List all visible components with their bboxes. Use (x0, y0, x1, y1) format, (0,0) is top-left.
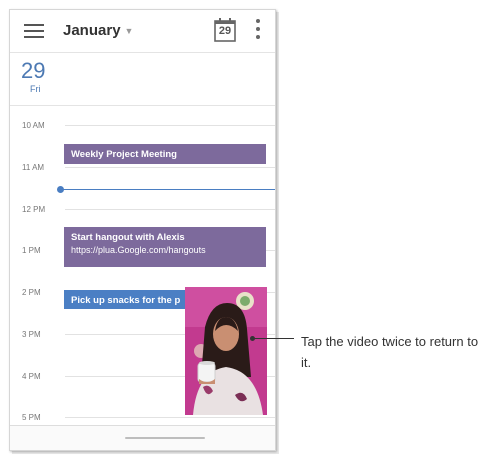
hour-line (65, 167, 275, 168)
video-picture-in-picture[interactable] (185, 287, 267, 415)
day-number: 29 (21, 58, 46, 83)
event-title: Start hangout with Alexis (71, 232, 185, 243)
event-weekly-project-meeting[interactable]: Weekly Project Meeting (64, 144, 266, 164)
event-title: Weekly Project Meeting (71, 149, 177, 160)
event-start-hangout[interactable]: Start hangout with Alexis https://plua.G… (64, 227, 266, 267)
hour-label: 10 AM (22, 121, 45, 130)
hour-line (65, 209, 275, 210)
callout-line (252, 338, 294, 339)
navigation-bar (10, 425, 275, 450)
hour-label: 12 PM (22, 205, 46, 214)
callout-text: Tap the video twice to return to it. (301, 334, 479, 370)
day-header[interactable]: 29 Fri (10, 53, 275, 106)
day-weekday: Fri (30, 84, 41, 94)
hour-label: 1 PM (22, 246, 41, 255)
video-thumbnail (185, 287, 267, 415)
home-handle[interactable] (125, 437, 205, 439)
hour-line (65, 125, 275, 126)
hour-label: 4 PM (22, 372, 41, 381)
month-label: January (63, 22, 121, 39)
menu-icon[interactable] (24, 24, 44, 38)
month-selector[interactable]: January ▼ (63, 22, 133, 39)
hour-label: 5 PM (22, 413, 41, 422)
hour-line (65, 417, 275, 418)
current-time-dot (57, 186, 64, 193)
current-time-line (62, 189, 275, 190)
today-date: 29 (218, 25, 232, 37)
hour-label: 3 PM (22, 330, 41, 339)
event-link: https://plua.Google.com/hangouts (71, 245, 206, 255)
hour-label: 11 AM (22, 163, 45, 172)
today-button[interactable]: 29 (214, 16, 236, 42)
dropdown-caret-icon: ▼ (124, 26, 134, 37)
hour-label: 2 PM (22, 288, 41, 297)
more-options-icon[interactable] (254, 19, 262, 41)
app-bar: January ▼ 29 (10, 10, 275, 53)
